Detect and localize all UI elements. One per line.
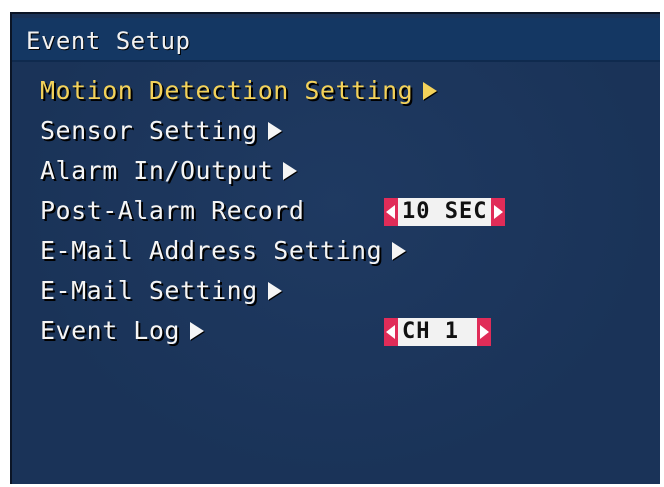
menu-item-label: E-Mail Setting bbox=[40, 276, 258, 305]
menu-item-label: Sensor Setting bbox=[40, 116, 258, 145]
page-title: Event Setup bbox=[26, 27, 191, 55]
menu-item-email-setting[interactable]: E-Mail Setting bbox=[40, 274, 282, 308]
title-bar: Event Setup bbox=[12, 18, 660, 62]
right-arrow-icon bbox=[392, 242, 407, 260]
right-arrow-icon bbox=[283, 162, 298, 180]
event-setup-screen: Event Setup Motion Detection Setting Sen… bbox=[10, 12, 660, 484]
event-log-channel-value: CH 1 bbox=[398, 318, 477, 346]
menu-item-sensor-setting[interactable]: Sensor Setting bbox=[40, 114, 282, 148]
menu-item-event-log[interactable]: Event Log bbox=[40, 314, 204, 348]
menu-item-post-alarm-record: Post-Alarm Record bbox=[40, 194, 304, 228]
event-log-channel-selector[interactable]: CH 1 bbox=[384, 318, 491, 346]
right-arrow-icon bbox=[423, 82, 438, 100]
left-arrow-icon[interactable] bbox=[384, 318, 398, 346]
post-alarm-record-value: 10 SEC bbox=[398, 198, 492, 226]
menu-item-label: Event Log bbox=[40, 316, 180, 345]
post-alarm-record-selector[interactable]: 10 SEC bbox=[384, 198, 506, 226]
right-arrow-icon[interactable] bbox=[476, 318, 491, 346]
right-arrow-icon[interactable] bbox=[491, 198, 506, 226]
menu-item-email-address-setting[interactable]: E-Mail Address Setting bbox=[40, 234, 407, 268]
menu-item-label: Alarm In/Output bbox=[40, 156, 274, 185]
menu-item-label: Post-Alarm Record bbox=[40, 196, 305, 225]
menu-item-label: E-Mail Address Setting bbox=[40, 236, 383, 265]
menu-item-label: Motion Detection Setting bbox=[40, 76, 414, 105]
menu-item-alarm-in-output[interactable]: Alarm In/Output bbox=[40, 154, 298, 188]
left-arrow-icon[interactable] bbox=[384, 198, 398, 226]
right-arrow-icon bbox=[267, 122, 282, 140]
right-arrow-icon bbox=[189, 322, 204, 340]
right-arrow-icon bbox=[267, 282, 282, 300]
menu-item-motion-detection-setting[interactable]: Motion Detection Setting bbox=[40, 74, 438, 108]
